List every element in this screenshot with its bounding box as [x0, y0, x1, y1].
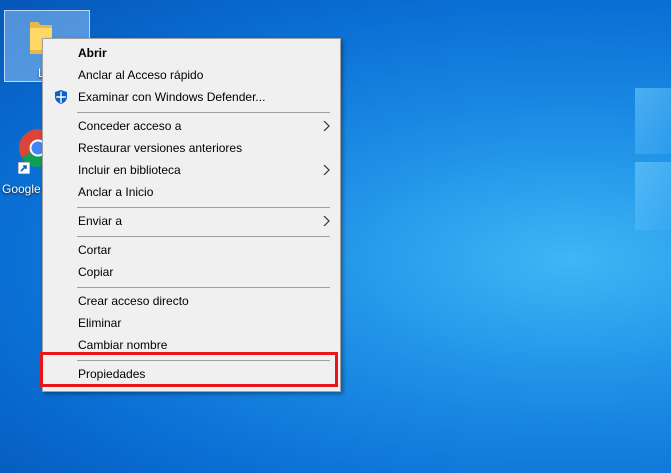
windows-logo-pane-bottom	[635, 162, 671, 230]
menu-item-cambiar-nombre[interactable]: Cambiar nombre	[43, 334, 340, 356]
menu-item-propiedades[interactable]: Propiedades	[43, 363, 340, 385]
menu-separator	[77, 360, 330, 361]
menu-item-label: Conceder acceso a	[78, 119, 182, 133]
menu-separator	[77, 112, 330, 113]
menu-item-anclar-inicio[interactable]: Anclar a Inicio	[43, 181, 340, 203]
menu-item-label: Enviar a	[78, 214, 123, 228]
menu-item-label: Copiar	[78, 265, 114, 279]
menu-separator	[77, 207, 330, 208]
menu-item-label: Cambiar nombre	[78, 338, 168, 352]
menu-item-restaurar-versiones[interactable]: Restaurar versiones anteriores	[43, 137, 340, 159]
chrome-label: Google	[2, 182, 41, 196]
menu-item-label: Eliminar	[78, 316, 122, 330]
chevron-right-icon	[323, 121, 330, 131]
menu-item-label: Propiedades	[78, 367, 146, 381]
menu-item-label: Crear acceso directo	[78, 294, 189, 308]
menu-item-enviar-a[interactable]: Enviar a	[43, 210, 340, 232]
menu-item-crear-acceso-directo[interactable]: Crear acceso directo	[43, 290, 340, 312]
menu-item-cortar[interactable]: Cortar	[43, 239, 340, 261]
menu-item-label: Incluir en biblioteca	[78, 163, 181, 177]
menu-item-conceder-acceso[interactable]: Conceder acceso a	[43, 115, 340, 137]
shield-icon	[55, 90, 67, 104]
menu-item-label: Anclar al Acceso rápido	[78, 68, 204, 82]
menu-item-eliminar[interactable]: Eliminar	[43, 312, 340, 334]
menu-separator	[77, 287, 330, 288]
windows-logo-pane-top	[635, 88, 671, 154]
menu-item-copiar[interactable]: Copiar	[43, 261, 340, 283]
menu-item-label: Anclar a Inicio	[78, 185, 154, 199]
menu-item-label: Abrir	[78, 46, 107, 60]
menu-separator	[77, 236, 330, 237]
menu-item-anclar-acceso-rapido[interactable]: Anclar al Acceso rápido	[43, 64, 340, 86]
shortcut-arrow-icon	[18, 162, 30, 174]
menu-item-examinar-defender[interactable]: Examinar con Windows Defender...	[43, 86, 340, 108]
context-menu: Abrir Anclar al Acceso rápido Examinar c…	[42, 38, 341, 392]
menu-item-label: Restaurar versiones anteriores	[78, 141, 243, 155]
menu-item-label: Examinar con Windows Defender...	[78, 90, 266, 104]
chevron-right-icon	[323, 165, 330, 175]
menu-item-incluir-biblioteca[interactable]: Incluir en biblioteca	[43, 159, 340, 181]
menu-item-label: Cortar	[78, 243, 112, 257]
menu-item-abrir[interactable]: Abrir	[43, 42, 340, 64]
chevron-right-icon	[323, 216, 330, 226]
